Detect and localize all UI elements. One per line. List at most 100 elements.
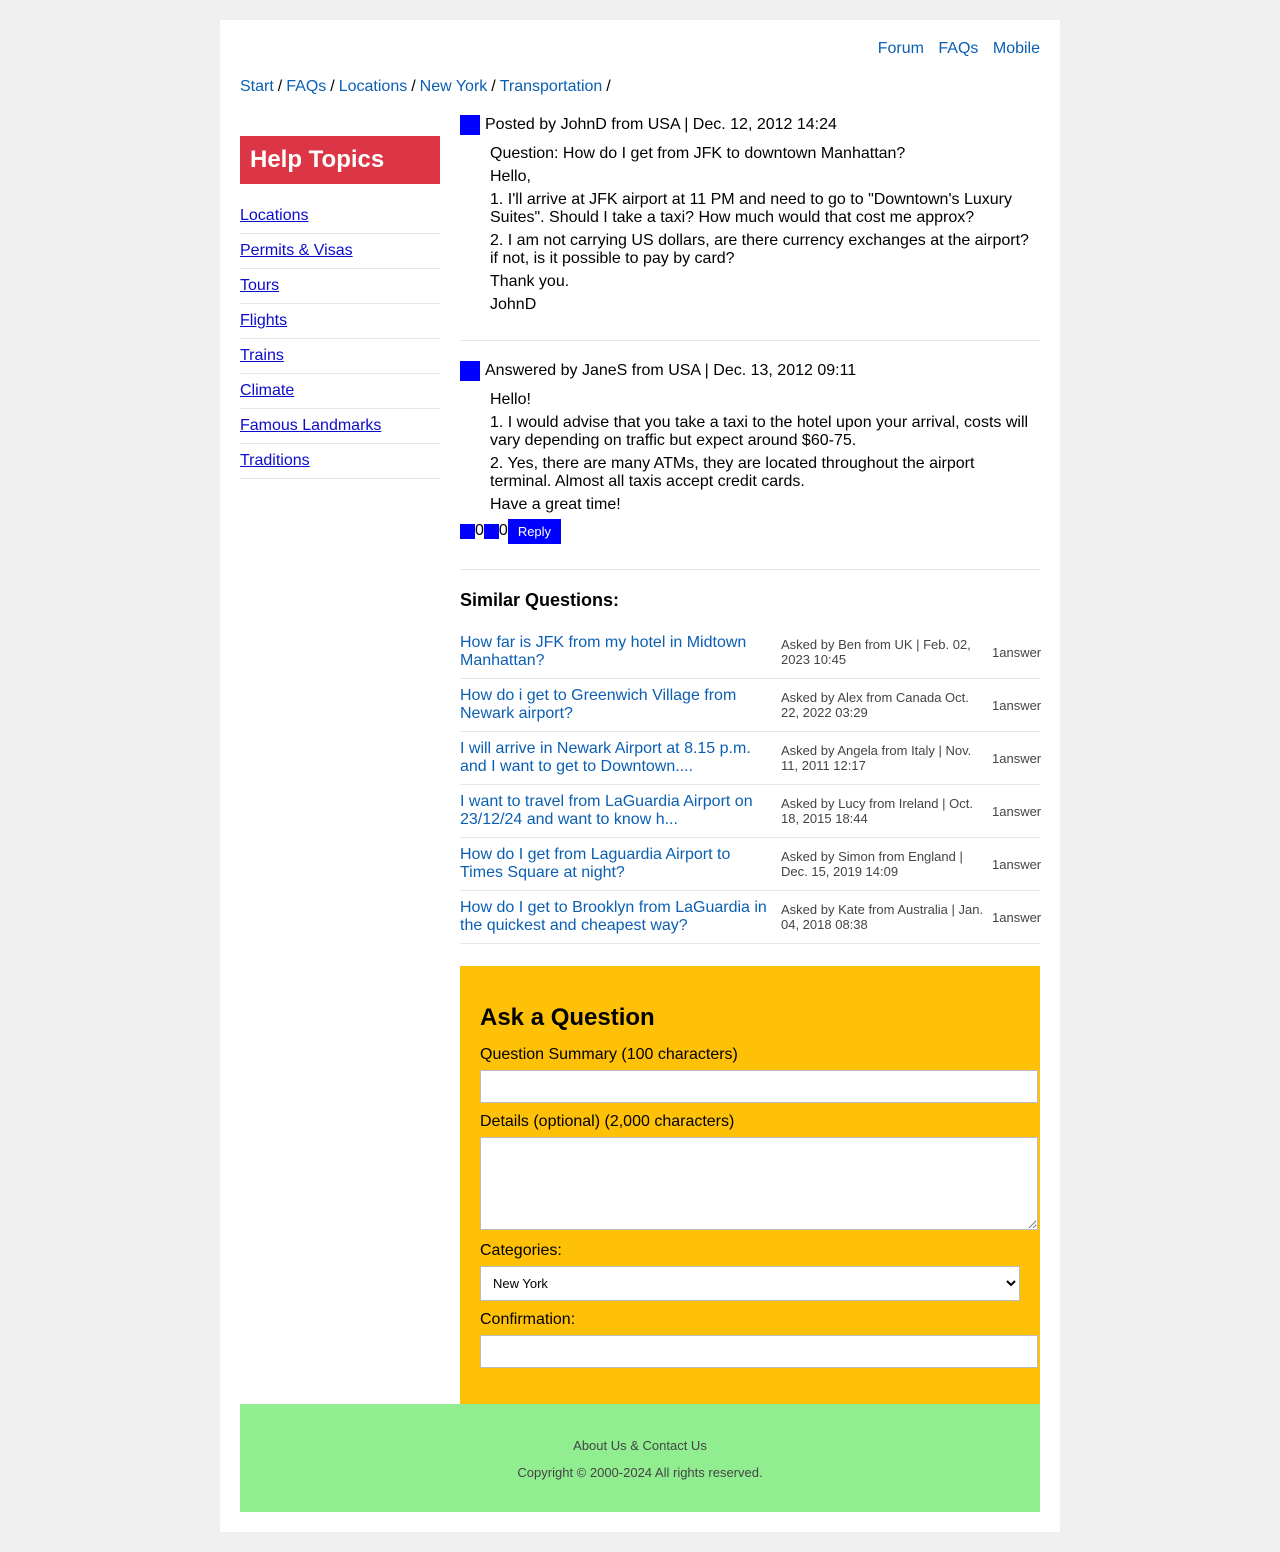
breadcrumb: Start / FAQs / Locations / New York / Transporta… xyxy=(240,77,615,97)
divider xyxy=(460,340,1040,341)
similar-question-meta: Asked by Ben from UK | Feb. 02, 2023 10:… xyxy=(781,637,971,667)
answer-count: 1answer xyxy=(992,644,1042,660)
list-item: How do I get from Laguardia Airport to T… xyxy=(460,838,1042,891)
question-line: 1. I'll arrive at JFK airport at 11 PM a… xyxy=(490,191,1012,226)
answer-line: 2. Yes, there are many ATMs, they are lo… xyxy=(490,455,975,490)
breadcrumb-new-york[interactable]: New York xyxy=(420,78,488,95)
user-avatar-icon xyxy=(460,115,480,135)
list-item: How do i get to Greenwich Village from N… xyxy=(460,679,1042,732)
question-line: 2. I am not carrying US dollars, are the… xyxy=(490,232,1029,267)
similar-question-link[interactable]: How do I get from Laguardia Airport to T… xyxy=(460,846,781,882)
breadcrumb-separator: / xyxy=(606,78,611,95)
similar-question-meta: Asked by Lucy from Ireland | Oct. 18, 20… xyxy=(781,796,973,826)
answer-meta: Answered by JaneS from USA | Dec. 13, 20… xyxy=(485,362,857,379)
answer-count: 1answer xyxy=(992,803,1042,819)
answer-header: Answered by JaneS from USA | Dec. 13, 20… xyxy=(460,361,1040,381)
vote-bar: 0 0 Reply xyxy=(460,518,1040,544)
answer-body: Hello! 1. I would advise that you take a… xyxy=(460,391,1040,514)
sidebar-item-famous-landmarks[interactable]: Famous Landmarks xyxy=(240,417,381,434)
ask-question-title: Ask a Question xyxy=(480,1004,655,1031)
question-details-textarea[interactable] xyxy=(480,1137,1038,1230)
similar-list: How far is JFK from my hotel in Midtown … xyxy=(460,626,1042,944)
question-line: JohnD xyxy=(490,296,537,313)
sidebar-item-permits-visas[interactable]: Permits & Visas xyxy=(240,242,353,259)
details-label: Details (optional) (2,000 characters) xyxy=(480,1113,735,1130)
sidebar-item-locations[interactable]: Locations xyxy=(240,207,309,224)
breadcrumb-start[interactable]: Start xyxy=(240,78,274,95)
sidebar-item: Locations xyxy=(240,199,440,234)
ask-question-form: Ask a Question Question Summary (100 cha… xyxy=(460,966,1040,1404)
divider xyxy=(460,569,1040,570)
top-nav: Forum FAQs Mobile xyxy=(868,39,1040,59)
list-item: I want to travel from LaGuardia Airport … xyxy=(460,785,1042,838)
thumbs-up-icon[interactable] xyxy=(460,523,475,539)
question-header: Posted by JohnD from USA | Dec. 12, 2012… xyxy=(460,115,1040,135)
thumbs-down-icon[interactable] xyxy=(483,523,499,539)
sidebar-item-tours[interactable]: Tours xyxy=(240,277,279,294)
similar-question-link[interactable]: I will arrive in Newark Airport at 8.15 … xyxy=(460,740,781,776)
question-body: Question: How do I get from JFK to downt… xyxy=(460,145,1040,314)
answer-count: 1answer xyxy=(992,909,1042,925)
similar-questions: Similar Questions: How far is JFK from m… xyxy=(460,590,1042,944)
similar-question-link[interactable]: How far is JFK from my hotel in Midtown … xyxy=(460,634,781,670)
list-item: I will arrive in Newark Airport at 8.15 … xyxy=(460,732,1042,785)
answer-line: 1. I would advise that you take a taxi t… xyxy=(490,414,1029,449)
list-item: How do I get to Brooklyn from LaGuardia … xyxy=(460,891,1042,944)
breadcrumb-separator: / xyxy=(330,78,335,95)
upvote-count: 0 xyxy=(475,522,484,539)
answer-count: 1answer xyxy=(992,856,1042,872)
footer-copyright: Copyright © 2000-2024 All rights reserve… xyxy=(517,1465,763,1480)
breadcrumb-separator: / xyxy=(491,78,496,95)
similar-question-meta: Asked by Alex from Canada Oct. 22, 2022 … xyxy=(781,690,969,720)
sidebar-item: Climate xyxy=(240,374,440,409)
footer: About Us & Contact Us Copyright © 2000-2… xyxy=(240,1404,1040,1512)
sidebar-item-traditions[interactable]: Traditions xyxy=(240,452,310,469)
similar-question-meta: Asked by Kate from Australia | Jan. 04, … xyxy=(781,902,984,932)
sidebar-item-climate[interactable]: Climate xyxy=(240,382,294,399)
user-avatar-icon xyxy=(460,361,480,381)
downvote-count: 0 xyxy=(498,522,508,539)
sidebar-item: Trains xyxy=(240,339,440,374)
sidebar-item-trains[interactable]: Trains xyxy=(240,347,284,364)
category-select[interactable]: New York xyxy=(480,1266,1020,1301)
footer-links[interactable]: About Us & Contact Us xyxy=(240,1438,1040,1453)
similar-question-link[interactable]: I want to travel from LaGuardia Airport … xyxy=(460,793,781,829)
nav-mobile-link[interactable]: Mobile xyxy=(993,40,1040,57)
question-meta: Posted by JohnD from USA | Dec. 12, 2012… xyxy=(485,116,837,133)
breadcrumb-locations[interactable]: Locations xyxy=(339,78,408,95)
answer-line: Hello! xyxy=(490,391,531,408)
sidebar-item: Permits & Visas xyxy=(240,234,440,269)
breadcrumb-transportation[interactable]: Transportation xyxy=(500,78,603,95)
categories-label: Categories: xyxy=(480,1242,562,1259)
question-line: Thank you. xyxy=(490,273,570,290)
sidebar-list: Locations Permits & Visas Tours Flights … xyxy=(240,199,440,479)
similar-question-link[interactable]: How do I get to Brooklyn from LaGuardia … xyxy=(460,899,781,935)
similar-question-meta: Asked by Simon from England | Dec. 15, 2… xyxy=(781,849,963,879)
question-line: Question: How do I get from JFK to downt… xyxy=(490,145,906,162)
answer-post: Answered by JaneS from USA | Dec. 13, 20… xyxy=(460,361,1040,569)
similar-questions-title: Similar Questions: xyxy=(460,590,620,610)
answer-count: 1answer xyxy=(992,750,1042,766)
nav-faqs-link[interactable]: FAQs xyxy=(938,40,978,57)
similar-question-link[interactable]: How do i get to Greenwich Village from N… xyxy=(460,687,781,723)
breadcrumb-separator: / xyxy=(411,78,416,95)
confirmation-input[interactable] xyxy=(480,1335,1038,1368)
sidebar-item: Tours xyxy=(240,269,440,304)
question-summary-input[interactable] xyxy=(480,1070,1038,1103)
list-item: How far is JFK from my hotel in Midtown … xyxy=(460,626,1042,679)
page-container: Forum FAQs Mobile Start / FAQs / Locations / N… xyxy=(220,20,1060,1532)
sidebar-title: Help Topics xyxy=(240,136,440,184)
answer-line: Have a great time! xyxy=(490,496,621,513)
main-content: Posted by JohnD from USA | Dec. 12, 2012… xyxy=(460,115,1042,944)
breadcrumb-faqs[interactable]: FAQs xyxy=(286,78,326,95)
sidebar: Help Topics Locations Permits & Visas To… xyxy=(240,136,440,479)
sidebar-item-flights[interactable]: Flights xyxy=(240,312,287,329)
nav-forum-link[interactable]: Forum xyxy=(878,40,924,57)
answer-count: 1answer xyxy=(992,697,1042,713)
sidebar-item: Famous Landmarks xyxy=(240,409,440,444)
question-post: Posted by JohnD from USA | Dec. 12, 2012… xyxy=(460,115,1040,340)
sidebar-item: Flights xyxy=(240,304,440,339)
confirmation-label: Confirmation: xyxy=(480,1311,576,1328)
breadcrumb-separator: / xyxy=(277,78,283,95)
reply-button[interactable]: Reply xyxy=(507,518,562,544)
